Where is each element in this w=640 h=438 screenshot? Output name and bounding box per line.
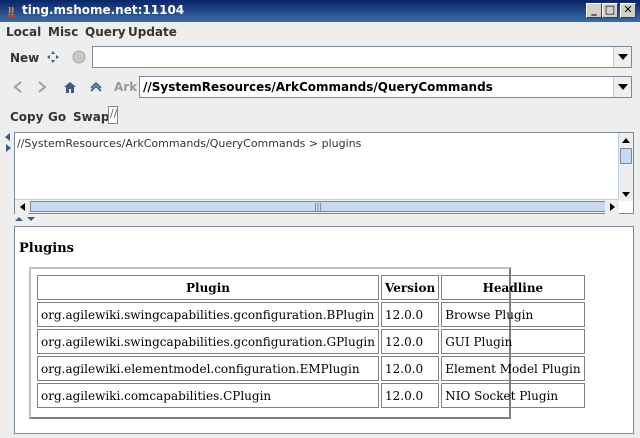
ark-label: Ark: [114, 80, 138, 94]
refresh-icon[interactable]: [44, 48, 62, 66]
headline-cell: Element Model Plugin: [441, 356, 585, 381]
menu-query[interactable]: Query: [85, 25, 126, 39]
command-combo[interactable]: [92, 46, 632, 68]
column-header-plugin: Plugin: [37, 275, 379, 300]
version-cell: 12.0.0: [380, 329, 440, 354]
plugin-cell: org.agilewiki.swingcapabilities.gconfigu…: [37, 302, 379, 327]
scroll-down-icon[interactable]: [619, 187, 633, 201]
scroll-up-icon[interactable]: [619, 133, 633, 147]
headline-cell: Browse Plugin: [441, 302, 585, 327]
menu-update[interactable]: Update: [128, 25, 177, 39]
plugin-cell: org.agilewiki.comcapabilities.CPlugin: [37, 383, 379, 408]
new-button[interactable]: New: [10, 51, 39, 65]
column-header-headline: Headline: [441, 275, 585, 300]
table-header-row: Plugin Version Headline: [37, 275, 585, 300]
window-title: ting.mshome.net:11104: [22, 3, 185, 17]
title-bar[interactable]: ting.mshome.net:11104 _ □ ✕: [0, 0, 640, 22]
command-output-area[interactable]: //SystemResources/ArkCommands/QueryComma…: [14, 132, 634, 214]
results-heading: Plugins: [19, 241, 74, 256]
vertical-scroll-thumb[interactable]: [620, 148, 632, 164]
path-combo-value: //SystemResources/ArkCommands/QueryComma…: [143, 80, 493, 94]
table-row: org.agilewiki.swingcapabilities.gconfigu…: [37, 329, 585, 354]
plugin-cell: org.agilewiki.elementmodel.configuration…: [37, 356, 379, 381]
plugin-table: Plugin Version Headline org.agilewiki.sw…: [35, 273, 587, 410]
maximize-button[interactable]: □: [602, 3, 618, 18]
command-output-text: //SystemResources/ArkCommands/QueryComma…: [17, 137, 362, 150]
menu-bar: Local Misc Query Update: [0, 22, 640, 42]
vertical-scrollbar[interactable]: [618, 133, 633, 201]
table-row: org.agilewiki.comcapabilities.CPlugin 12…: [37, 383, 585, 408]
home-icon[interactable]: [62, 79, 78, 95]
scroll-left-icon[interactable]: [15, 200, 29, 214]
headline-cell: NIO Socket Plugin: [441, 383, 585, 408]
java-app-icon: [6, 6, 16, 18]
split-divider[interactable]: [14, 215, 634, 223]
split-pane-arrows[interactable]: [4, 132, 12, 162]
chevron-down-icon[interactable]: [613, 47, 631, 67]
headline-cell: GUI Plugin: [441, 329, 585, 354]
go-button[interactable]: Go: [48, 110, 66, 124]
scroll-right-icon[interactable]: [605, 200, 619, 214]
version-cell: 12.0.0: [380, 356, 440, 381]
menu-local[interactable]: Local: [6, 25, 41, 39]
up-chevron-icon[interactable]: [88, 79, 104, 95]
table-row: org.agilewiki.swingcapabilities.gconfigu…: [37, 302, 585, 327]
swap-button[interactable]: Swap: [73, 110, 109, 124]
close-button[interactable]: ✕: [620, 3, 636, 18]
column-header-version: Version: [380, 275, 440, 300]
result-pane[interactable]: Plugins Plugin Version Headline org.agil…: [14, 226, 634, 434]
forward-arrow-icon[interactable]: [34, 79, 50, 95]
table-row: org.agilewiki.elementmodel.configuration…: [37, 356, 585, 381]
stop-icon[interactable]: [70, 48, 88, 66]
version-cell: 12.0.0: [380, 302, 440, 327]
plugin-cell: org.agilewiki.swingcapabilities.gconfigu…: [37, 329, 379, 354]
back-arrow-icon[interactable]: [10, 79, 26, 95]
horizontal-scroll-thumb[interactable]: |||: [30, 201, 606, 212]
minimize-button[interactable]: _: [586, 3, 602, 18]
copy-button[interactable]: Copy: [10, 110, 43, 124]
swap-path-field[interactable]: //: [108, 106, 118, 124]
version-cell: 12.0.0: [380, 383, 440, 408]
plugin-table-frame: Plugin Version Headline org.agilewiki.sw…: [29, 267, 585, 419]
menu-misc[interactable]: Misc: [48, 25, 78, 39]
horizontal-scrollbar[interactable]: |||: [15, 199, 619, 214]
chevron-down-icon[interactable]: [613, 77, 631, 97]
path-combo[interactable]: //SystemResources/ArkCommands/QueryComma…: [139, 76, 632, 98]
